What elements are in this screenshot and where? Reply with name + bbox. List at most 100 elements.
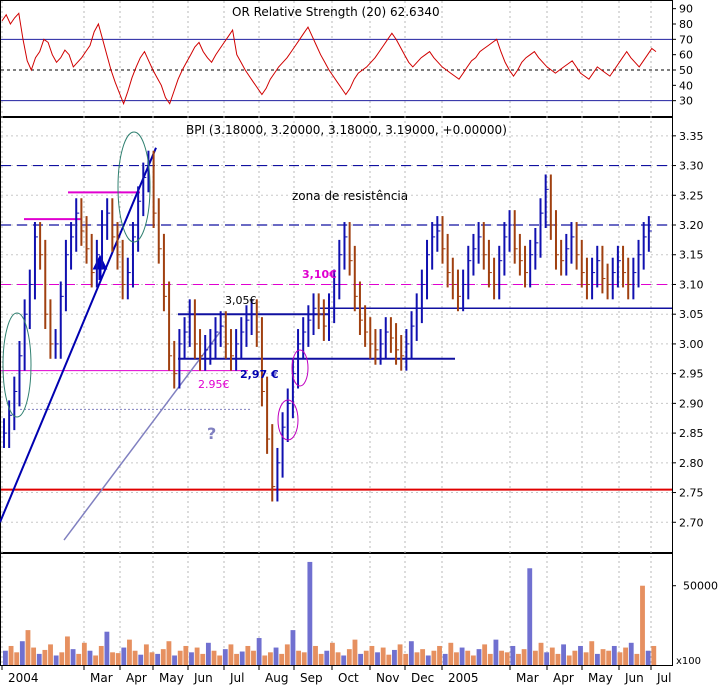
volume-bar [470,655,476,665]
volume-bar [504,652,510,665]
volume-bar [651,645,657,665]
volume-bar [31,647,37,665]
price-tick-label: 3.35 [679,130,704,143]
volume-bar [363,650,369,665]
volume-bar [93,655,99,665]
volume-bar [403,653,409,665]
price-title: BPI (3.18000, 3.20000, 3.18000, 3.19000,… [186,123,507,137]
volume-bar [284,644,290,665]
volume-bar [194,647,200,665]
volume-bar [205,642,211,665]
volume-bar [420,649,426,665]
price-tick-label: 3.15 [679,249,704,262]
volume-bar [262,655,268,665]
volume-bar [465,650,471,665]
volume-bar [14,652,20,665]
volume-bar [645,650,651,665]
volume-bar [544,652,550,665]
volume-bar [561,644,566,665]
highlight-ellipse-3 [291,349,309,387]
volume-bar [437,645,442,665]
x-tick-label: 2004 [8,671,39,685]
volume-bar [245,645,251,665]
volume-bar [380,647,386,665]
volume-bar [510,645,516,665]
volume-bar [583,652,589,665]
price-tick-label: 3.00 [679,338,704,351]
volume-bar [408,641,414,665]
price-tick-label: 2.75 [679,487,704,500]
volume-bar [521,649,527,665]
volume-bar [589,641,595,665]
volume-bar [251,650,256,665]
volume-bar [65,636,70,665]
volume-bar [155,653,161,665]
x-tick-label: Nov [376,671,399,685]
volume-bar [8,645,14,665]
price-tick-label: 2.90 [679,397,704,410]
volume-bar [623,647,629,665]
rsi-tick-label: 40 [679,79,693,92]
price-tick-label: 2.70 [679,516,704,529]
bpi-chart: 2004 Mar Apr May Jun Jul Aug Sep Oct Nov Dec 2005 Ma… [0,0,718,685]
volume-bar [482,644,488,665]
volume-bar [189,652,194,665]
volume-bar [572,650,578,665]
volume-bar [555,653,561,665]
secondary-trend-line [63,331,221,541]
volume-bar [76,653,82,665]
x-tick-label: Dec [411,671,434,685]
x-tick-label: Sep [300,671,323,685]
volume-bar [516,653,521,665]
rsi-tick-label: 90 [679,3,693,16]
volume-bar [149,652,155,665]
volume-bar [476,649,482,665]
x-tick-label: 2005 [448,671,479,685]
x-tick-label: Jul [229,671,244,685]
volume-bar [279,653,285,665]
rsi-tick-label: 60 [679,49,693,62]
x-tick-label: Jun [193,671,213,685]
x-tick-label: May [159,671,184,685]
volume-bar [256,638,262,665]
volume-bar [346,649,352,665]
volume-bar [115,653,121,665]
annotation-3-10: 3,10€ [302,268,337,281]
volume-bar [549,647,555,665]
volume-bar [414,652,420,665]
x-tick-label: May [588,671,613,685]
price-tick-label: 3.20 [679,219,704,232]
volume-bar [110,652,115,665]
x-tick-label: Mar [90,671,113,685]
volume-bar [375,652,380,665]
volume-bar [222,649,228,665]
price-tick-label: 2.85 [679,427,704,440]
volume-bar [301,652,307,665]
volume-bar [143,644,149,665]
volume-bar [611,645,617,665]
price-tick-label: 3.25 [679,189,704,202]
volume-bar [59,652,65,665]
volume-bar [431,650,437,665]
x-tick-label: Aug [265,671,288,685]
highlight-ellipse-1 [2,312,32,418]
x-tick-label: Jun [624,671,644,685]
volume-bar [634,653,640,665]
price-tick-label: 3.05 [679,308,704,321]
volume-bar [369,645,375,665]
volume-bar [459,647,465,665]
volume-bar [48,644,53,665]
volume-bar [42,649,48,665]
volume-bar [211,650,217,665]
volume-bar [87,650,93,665]
volume-bar [442,653,448,665]
x-tick-label: Oct [338,671,359,685]
volume-bar [25,630,31,665]
volume-bar [628,642,634,665]
x-tick-label: Mar [516,671,539,685]
volume-bar [166,641,172,665]
volume-bar [330,642,335,665]
volume-bar [578,645,583,665]
rsi-line [1,12,657,106]
x-tick-label: Apr [126,671,147,685]
